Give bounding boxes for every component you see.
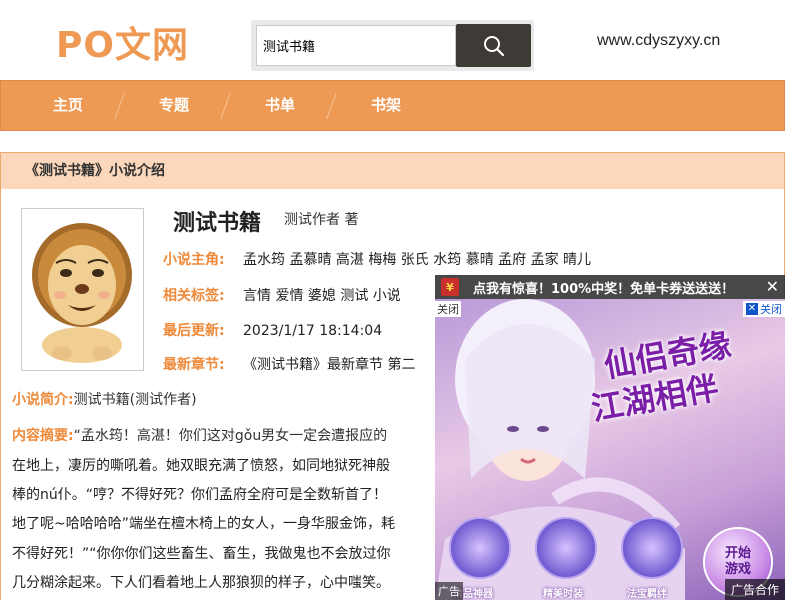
close-icon[interactable]: ✕ (766, 277, 779, 296)
excerpt-line: 不得好死！”“你你你们这些畜生、畜生，我做鬼也不会放过你 (12, 546, 391, 562)
intro-value: 测试书籍(测试作者) (73, 392, 197, 408)
excerpt-line: 在地上，凄厉的嘶吼着。她双眼充满了愤怒，如同地狱死神般 (12, 458, 390, 474)
ad-item-label: 法宝羁绊 (627, 589, 667, 600)
latest-label: 最新章节: (163, 357, 225, 373)
nav-item-topics[interactable]: 专题 (121, 81, 227, 130)
excerpt-line: 几分糊涂起来。下人们看着地上人那狼狈的样子，心中嗤笑。 (12, 575, 390, 591)
search-button[interactable] (456, 24, 531, 67)
book-author[interactable]: 测试作者 著 (284, 209, 358, 229)
excerpt-line: 棒的nú仆。“哼？不得好死？你们孟府全府可是全数斩首了！ (12, 487, 387, 503)
ad-x-close-label: 关闭 (760, 303, 782, 316)
lion-cover-image (32, 223, 132, 363)
nav-item-home[interactable]: 主页 (15, 81, 121, 130)
ad-banner-bar[interactable]: ¥ 点我有惊喜！100%中奖！免单卡券送送送！ ✕ (435, 275, 785, 299)
intro-row: 小说简介:测试书籍(测试作者) (12, 389, 197, 409)
search-input[interactable] (256, 25, 456, 66)
ad-item-costume (535, 517, 597, 579)
protagonists-label: 小说主角: (163, 252, 225, 268)
updated-label: 最后更新: (163, 323, 225, 339)
excerpt-first-line: 内容摘要:“孟水筠！高湛！你们这对gǒu男女一定会遭报应的 (12, 425, 437, 445)
excerpt-line: “孟水筠！高湛！你们这对gǒu男女一定会遭报应的 (73, 428, 388, 444)
search-icon (483, 35, 504, 56)
book-cover[interactable] (21, 208, 144, 371)
ad-item-artifact (621, 517, 683, 579)
ad-start-label: 开始 游戏 (724, 546, 751, 577)
nav-item-bookshelf[interactable]: 书架 (333, 81, 439, 130)
excerpt-line: 地了呢~哈哈哈哈”端坐在檀木椅上的女人，一身华服金饰，耗 (12, 516, 395, 532)
excerpt-label: 内容摘要: (12, 428, 74, 444)
protagonists-value: 孟水筠 孟慕晴 高湛 梅梅 张氏 水筠 慕晴 孟府 孟家 晴儿 (243, 252, 592, 268)
ad-cooperation-link[interactable]: 广告合作 (724, 579, 785, 600)
ad-item-label: 精美时装 (543, 589, 583, 600)
updated-row: 最后更新: 2023/1/17 18:14:04 (163, 320, 382, 340)
site-logo[interactable]: PO文网 (56, 16, 189, 68)
tags-label: 相关标签: (163, 288, 225, 304)
header: PO文网 www.cdyszyxy.cn (0, 0, 800, 78)
ad-label: 广告 (435, 582, 463, 600)
ad-small-close[interactable]: 关闭 (435, 301, 461, 317)
nav-item-booklist[interactable]: 书单 (227, 81, 333, 130)
latest-chapter-link[interactable]: 《测试书籍》最新章节 第二 (243, 357, 415, 373)
site-url: www.cdyszyxy.cn (597, 32, 721, 49)
section-title: 《测试书籍》小说介绍 (1, 153, 784, 189)
ad-item-weapon (449, 517, 511, 579)
intro-label: 小说简介: (12, 392, 74, 408)
tags-value[interactable]: 言情 爱情 婆媳 测试 小说 (243, 288, 401, 304)
ad-image[interactable]: 仙侣奇缘 江湖相伴 精品神器 精美时装 法宝羁绊 开始 游戏 (435, 299, 785, 600)
main-nav: 主页 专题 书单 书架 (0, 80, 785, 131)
ad-bar-text: 点我有惊喜！100%中奖！免单卡券送送送！ (473, 281, 735, 297)
latest-row: 最新章节: 《测试书籍》最新章节 第二 (163, 354, 415, 374)
updated-value: 2023/1/17 18:14:04 (243, 323, 383, 339)
close-icon: ✕ (746, 303, 758, 315)
floating-ad[interactable]: ¥ 点我有惊喜！100%中奖！免单卡券送送送！ ✕ 仙侣奇缘 江湖相伴 精品神器… (435, 275, 785, 600)
red-envelope-icon: ¥ (441, 278, 459, 296)
ad-x-close-button[interactable]: ✕ 关闭 (743, 301, 785, 317)
book-title: 测试书籍 (173, 211, 262, 236)
search-box (251, 20, 534, 71)
tags-row: 相关标签: 言情 爱情 婆媳 测试 小说 (163, 285, 401, 305)
protagonists-row: 小说主角: 孟水筠 孟慕晴 高湛 梅梅 张氏 水筠 慕晴 孟府 孟家 晴儿 (163, 249, 591, 269)
